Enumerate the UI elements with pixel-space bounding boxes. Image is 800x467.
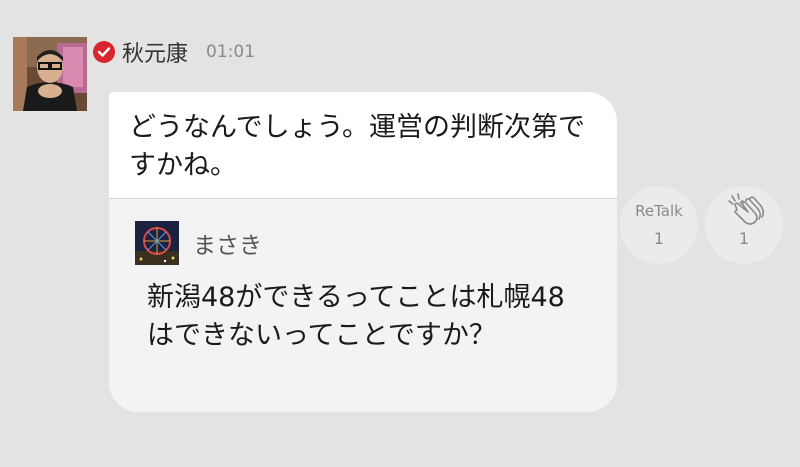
post-time: 01:01 [206,42,256,62]
retalk-count: 1 [653,229,665,248]
message-text: どうなんでしょう。運営の判断次第ですかね。 [129,112,586,181]
author-avatar[interactable] [13,37,87,111]
quoted-message[interactable]: まさき 新潟48ができるってことは札幌48はできないってことですか？ [109,198,617,412]
author-avatar-image [13,37,87,111]
clapping-hands-icon [728,193,765,225]
retalk-button[interactable]: ReTalk 1 [620,186,698,264]
quoted-author-name: まさき [193,233,262,259]
retalk-label: ReTalk [635,202,683,220]
quoted-author-avatar [135,221,179,265]
clap-count: 1 [738,229,750,248]
post-header: 秋元康 01:01 [93,37,255,67]
message-bubble[interactable]: どうなんでしょう。運営の判断次第ですかね。 まさき 新潟48ができるってことは札… [109,92,617,412]
author-name[interactable]: 秋元康 [122,36,188,68]
quoted-message-text: 新潟48ができるってことは札幌48はできないってことですか？ [147,282,565,351]
clap-button[interactable]: 1 [705,186,783,264]
verified-badge-icon [93,41,115,63]
